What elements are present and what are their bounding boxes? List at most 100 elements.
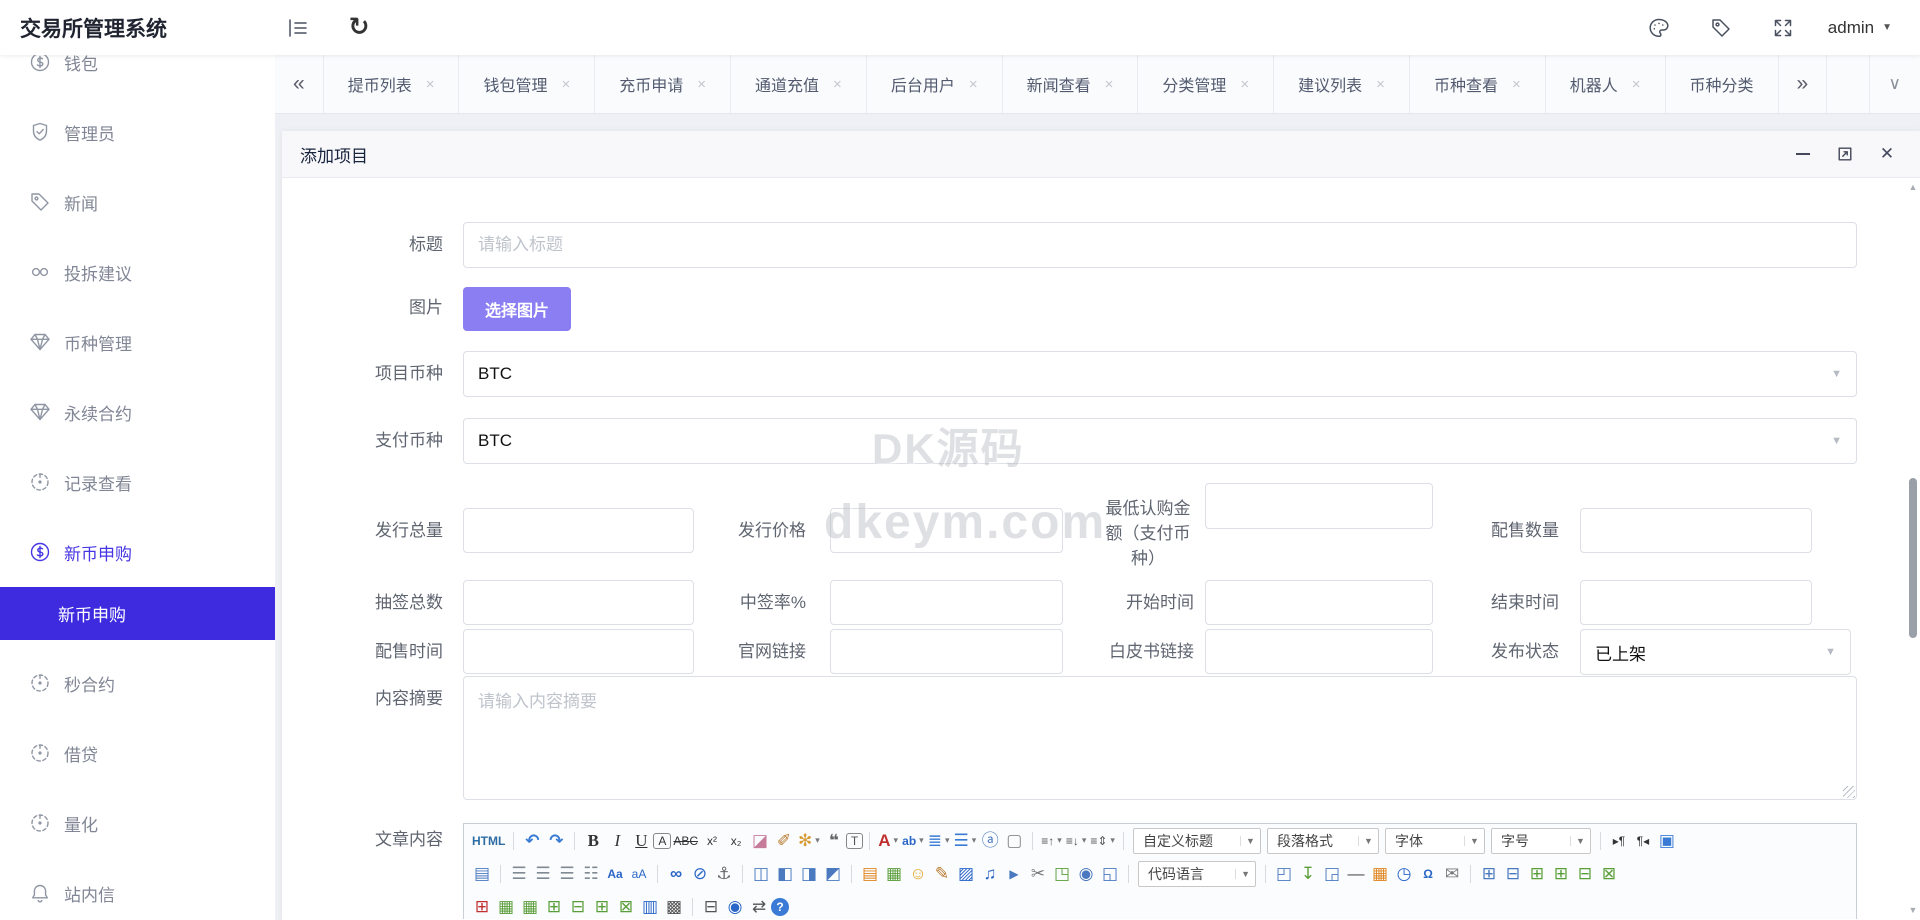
insertcol-icon[interactable]: ⊞	[1549, 862, 1573, 886]
insertrow-icon[interactable]: ⊞	[1525, 862, 1549, 886]
tab-close-icon[interactable]: ×	[1512, 76, 1521, 93]
splittocols-icon[interactable]: ⊠	[614, 895, 638, 919]
tab-item-币种分类[interactable]: 币种分类	[1666, 55, 1779, 113]
direction-rtl-icon[interactable]: ¶◂	[1631, 829, 1655, 853]
sidebar-item-量化[interactable]: 量化	[0, 788, 275, 858]
link-icon[interactable]: ∞	[664, 862, 688, 886]
direction-ltr-icon[interactable]: ▸¶	[1607, 829, 1631, 853]
ordered-list-icon[interactable]: ≣	[926, 829, 952, 853]
preview-doc-icon[interactable]: ◉	[723, 895, 747, 919]
forecolor-icon[interactable]: A	[876, 829, 900, 853]
tab-item-通道充值[interactable]: 通道充值×	[731, 55, 867, 113]
tab-item-建议列表[interactable]: 建议列表×	[1274, 55, 1410, 113]
paragraph-select[interactable]: 段落格式▼	[1267, 828, 1379, 854]
scrawl-icon[interactable]: ✎	[930, 862, 954, 886]
tabs-dropdown-icon[interactable]: ∨	[1869, 55, 1920, 113]
deleterow-icon[interactable]: ▦	[494, 895, 518, 919]
tab-close-icon[interactable]: ×	[833, 76, 842, 93]
sidebar-subitem-active[interactable]: 新币申购	[0, 587, 275, 640]
image-right-icon[interactable]: ◩	[821, 862, 845, 886]
charts-icon[interactable]: ▥	[638, 895, 662, 919]
sidebar-item-永续合约[interactable]: 永续合约	[0, 377, 275, 447]
map-icon[interactable]: ◳	[1050, 862, 1074, 886]
justify-left-icon[interactable]: ☰	[507, 862, 531, 886]
spechars-icon[interactable]: Ω	[1416, 862, 1440, 886]
fontsize-select[interactable]: 字号▼	[1491, 828, 1591, 854]
tab-item-新闻查看[interactable]: 新闻查看×	[1003, 55, 1139, 113]
insertcode-select[interactable]: 代码语言▼	[1138, 861, 1256, 887]
deletetable-icon[interactable]: ⊟	[1501, 862, 1525, 886]
min-purchase-input[interactable]	[1205, 483, 1433, 529]
splittorows-icon[interactable]: ⊞	[590, 895, 614, 919]
tab-item-币种查看[interactable]: 币种查看×	[1410, 55, 1546, 113]
image-center-icon[interactable]: ◨	[797, 862, 821, 886]
deletecol-icon[interactable]: ▦	[518, 895, 542, 919]
tabs-scroll-left-icon[interactable]: «	[275, 55, 324, 113]
music-icon[interactable]: ♫	[978, 862, 1002, 886]
scrollbar-thumb[interactable]	[1909, 478, 1917, 638]
draw-total-input[interactable]	[463, 580, 694, 625]
inserttable-icon[interactable]: ⊞	[1477, 862, 1501, 886]
insertparagraph-before-table-icon[interactable]: ⊞	[470, 895, 494, 919]
publish-status-select[interactable]: 已上架 ▼	[1580, 629, 1851, 675]
background-icon[interactable]: ▨	[954, 862, 978, 886]
insertvideo-icon[interactable]: ▶	[1002, 862, 1026, 886]
mergeright-icon[interactable]: ⊟	[1573, 862, 1597, 886]
mergecells-icon[interactable]: ⊞	[542, 895, 566, 919]
close-icon[interactable]: ✕	[1878, 145, 1896, 163]
choose-image-button[interactable]: 选择图片	[463, 287, 571, 331]
start-time-input[interactable]	[1205, 580, 1433, 625]
subscript-icon[interactable]: x₂	[724, 829, 748, 853]
justify-right-icon[interactable]: ☰	[555, 862, 579, 886]
removeformat-eraser-icon[interactable]: ◪	[748, 829, 772, 853]
emotion-icon[interactable]: ☺	[906, 862, 930, 886]
tabs-scroll-right-icon[interactable]: »	[1779, 55, 1828, 113]
allot-time-input[interactable]	[463, 629, 694, 674]
issue-price-input[interactable]	[830, 508, 1063, 553]
edittable-icon[interactable]: ▩	[662, 895, 686, 919]
tab-item-后台用户[interactable]: 后台用户×	[867, 55, 1003, 113]
user-menu[interactable]: admin ▼	[1828, 18, 1892, 38]
theme-palette-icon[interactable]	[1642, 11, 1676, 45]
fontborder-icon[interactable]: A	[653, 833, 671, 849]
collapse-menu-icon[interactable]	[280, 11, 314, 45]
justify-justify-icon[interactable]: ☷	[579, 862, 603, 886]
minimize-icon[interactable]	[1794, 145, 1812, 163]
anchor-icon[interactable]: ⚓	[712, 862, 736, 886]
source-html-icon[interactable]: HTML	[470, 829, 507, 853]
backcolor-icon[interactable]: ab	[900, 829, 926, 853]
bold-icon[interactable]: B	[581, 829, 605, 853]
time-icon[interactable]: ◷	[1392, 862, 1416, 886]
print-icon[interactable]: ⊟	[699, 895, 723, 919]
website-input[interactable]	[830, 629, 1063, 674]
snapscreen-icon[interactable]: ◲	[1320, 862, 1344, 886]
tab-item-机器人[interactable]: 机器人×	[1546, 55, 1666, 113]
pasteplain-icon[interactable]: T	[846, 833, 863, 849]
allot-amount-input[interactable]	[1580, 508, 1812, 553]
end-time-input[interactable]	[1580, 580, 1812, 625]
attachment-icon[interactable]: ✂	[1026, 862, 1050, 886]
project-coin-select[interactable]: BTC ▼	[463, 351, 1857, 397]
maximize-icon[interactable]	[1836, 145, 1854, 163]
customstyle-select[interactable]: 自定义标题▼	[1133, 828, 1261, 854]
refresh-icon[interactable]: ↻	[342, 11, 376, 45]
touppercase-icon[interactable]: Aa	[603, 862, 627, 886]
tab-close-icon[interactable]: ×	[697, 76, 706, 93]
cleardoc-icon[interactable]: ▢	[1002, 829, 1026, 853]
splittocells-icon[interactable]: ⊟	[566, 895, 590, 919]
strikethrough-icon[interactable]: ABC	[671, 829, 700, 853]
blockquote-icon[interactable]: ❝	[822, 829, 846, 853]
tab-close-icon[interactable]: ×	[426, 76, 435, 93]
tab-item-提币列表[interactable]: 提币列表×	[324, 55, 460, 113]
sidebar-item-币种管理[interactable]: 币种管理	[0, 307, 275, 377]
total-issued-input[interactable]	[463, 508, 694, 553]
simpleupload-icon[interactable]: ▤	[858, 862, 882, 886]
autotypeset-magic-icon[interactable]: ✻	[796, 829, 822, 853]
insertframe-icon[interactable]: ◱	[1098, 862, 1122, 886]
sidebar-item-新币申购[interactable]: 新币申购	[0, 517, 275, 587]
superscript-icon[interactable]: x²	[700, 829, 724, 853]
italic-icon[interactable]: I	[605, 829, 629, 853]
formatmatch-brush-icon[interactable]: ✐	[772, 829, 796, 853]
tab-close-icon[interactable]: ×	[1376, 76, 1385, 93]
horizontal-rule-icon[interactable]: —	[1344, 862, 1368, 886]
